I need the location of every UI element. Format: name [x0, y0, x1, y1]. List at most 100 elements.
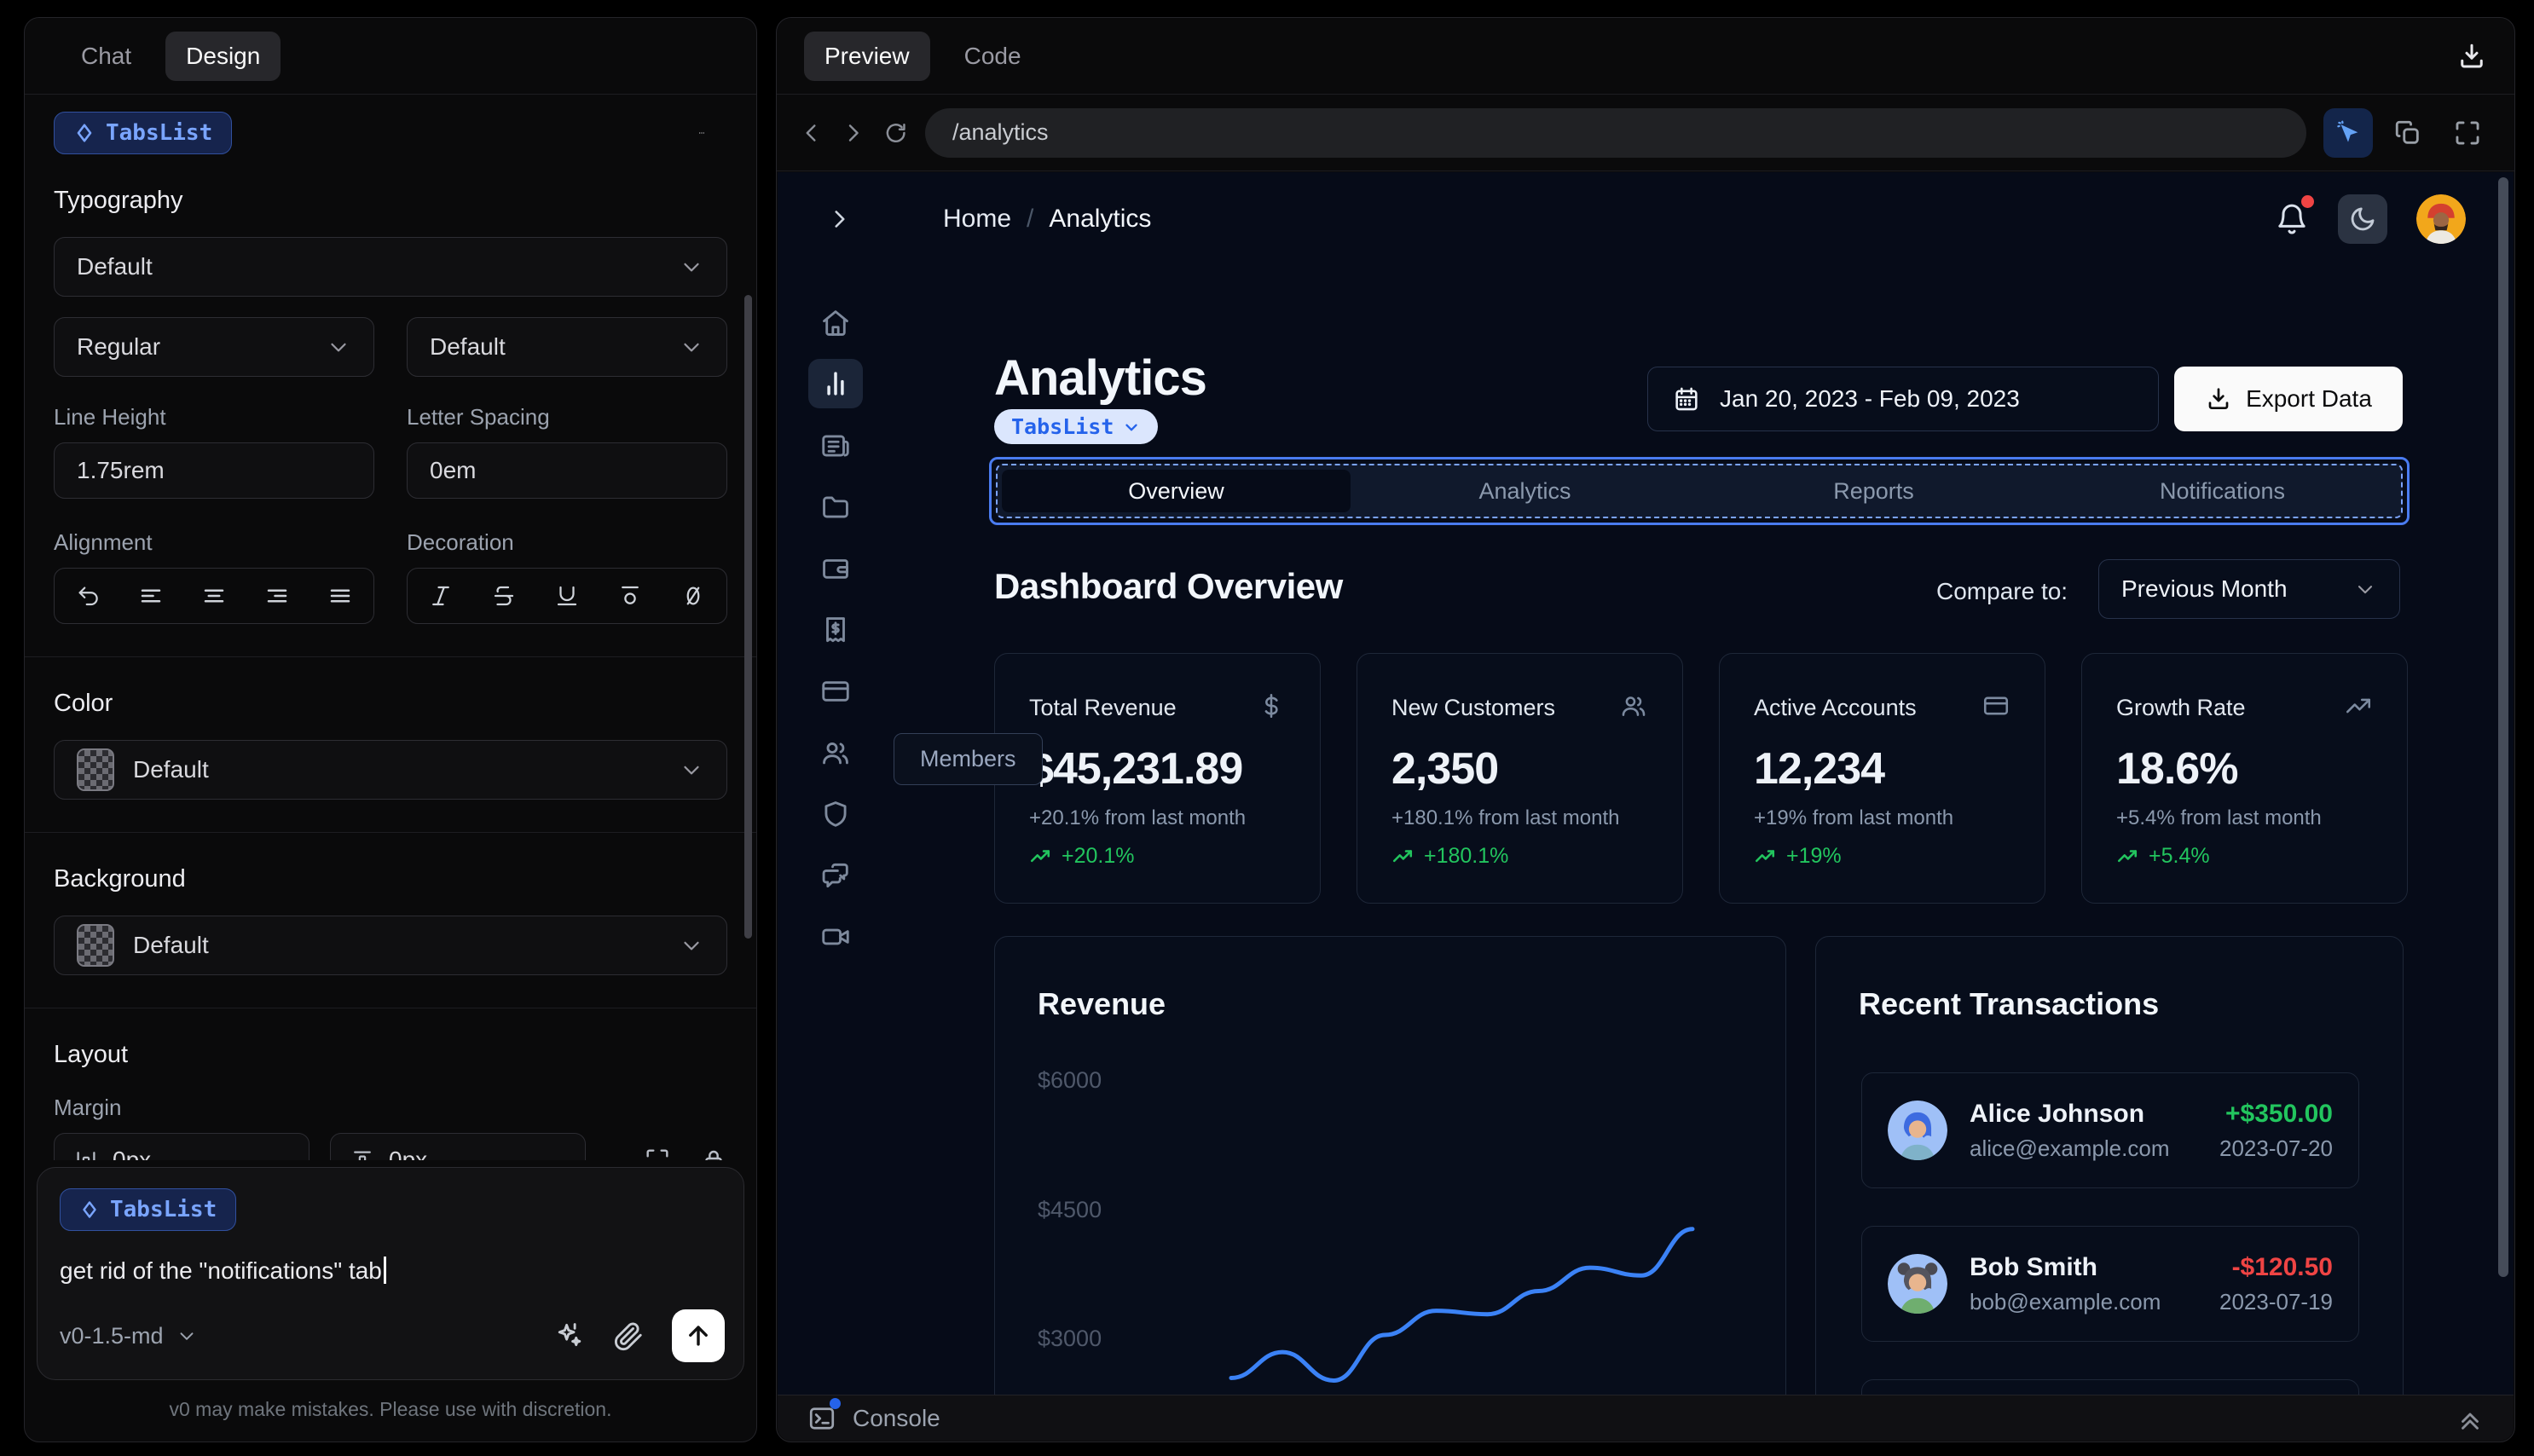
- undo-icon[interactable]: [75, 583, 101, 609]
- console-bar[interactable]: Console: [778, 1395, 2514, 1441]
- stat-card-new-customers: New Customers 2,350 +180.1% from last mo…: [1357, 653, 1683, 904]
- sidebar-members-icon[interactable]: [808, 728, 863, 777]
- prompt-input[interactable]: get rid of the "notifications" tab: [60, 1257, 721, 1285]
- breadcrumb-current: Analytics: [1049, 205, 1152, 233]
- stat-card-growth-rate: Growth Rate 18.6% +5.4% from last month …: [2081, 653, 2408, 904]
- sidebar-video-icon[interactable]: [808, 912, 863, 962]
- app-header: Home / Analytics: [778, 172, 2514, 266]
- chevron-down-icon: [1125, 424, 1138, 430]
- margin-x-input[interactable]: 0px: [54, 1133, 310, 1160]
- inspect-cursor-button[interactable]: [2323, 107, 2373, 158]
- calendar-icon: [1675, 387, 1698, 411]
- selection-label-chip[interactable]: TabsList: [994, 409, 1159, 444]
- left-panel-scrollbar[interactable]: [744, 295, 752, 939]
- sidebar-receipts-icon[interactable]: [808, 605, 863, 655]
- compare-label: Compare to:: [1936, 578, 2068, 604]
- line-height-input[interactable]: 1.75rem: [54, 442, 374, 499]
- compare-select[interactable]: Previous Month: [2098, 559, 2400, 619]
- selected-element-chip[interactable]: TabsList: [54, 112, 233, 154]
- sidebar-expand-icon[interactable]: [825, 205, 854, 234]
- expand-margin-icon[interactable]: [644, 1147, 671, 1160]
- forward-icon[interactable]: [841, 118, 865, 147]
- italic-icon[interactable]: [428, 583, 454, 609]
- transaction-row-partial[interactable]: [1861, 1379, 2359, 1395]
- align-right-icon[interactable]: [264, 583, 290, 609]
- preview-scrollbar[interactable]: [2498, 177, 2508, 1277]
- tab-analytics[interactable]: Analytics: [1351, 470, 1699, 512]
- overline-icon[interactable]: [617, 583, 643, 609]
- underline-icon[interactable]: [554, 583, 580, 609]
- color-select[interactable]: Default: [54, 740, 727, 800]
- trend-up-icon: [2117, 849, 2138, 862]
- sidebar-messages-icon[interactable]: [808, 851, 863, 900]
- diamond-icon: [83, 1201, 96, 1218]
- tab-design[interactable]: Design: [165, 31, 281, 81]
- model-select[interactable]: v0-1.5-md: [60, 1323, 198, 1349]
- copy-button[interactable]: [2383, 108, 2433, 158]
- preview-panel-header: Preview Code: [777, 18, 2514, 95]
- margin-y-icon: [354, 1151, 371, 1160]
- tab-preview[interactable]: Preview: [804, 31, 930, 81]
- tab-notifications[interactable]: Notifications: [2048, 470, 2397, 512]
- sidebar-home-icon[interactable]: [808, 298, 863, 348]
- align-center-icon[interactable]: [201, 583, 227, 609]
- background-select[interactable]: Default: [54, 916, 727, 975]
- prompt-context-chip[interactable]: TabsList: [60, 1188, 237, 1231]
- users-icon: [1622, 696, 1646, 716]
- tab-chat[interactable]: Chat: [61, 32, 152, 81]
- date-range-picker[interactable]: Jan 20, 2023 - Feb 09, 2023: [1647, 367, 2159, 431]
- sidebar-cards-icon[interactable]: [808, 667, 863, 716]
- transaction-row[interactable]: Bob Smith bob@example.com -$120.50 2023-…: [1861, 1226, 2359, 1342]
- sidebar-news-icon[interactable]: [808, 421, 863, 471]
- align-justify-icon[interactable]: [327, 583, 353, 609]
- tabslist-selection-outline: Overview Analytics Reports Notifications: [989, 457, 2410, 525]
- prompt-composer[interactable]: TabsList get rid of the "notifications" …: [37, 1167, 744, 1380]
- none-slash-zero-icon[interactable]: [680, 583, 706, 609]
- fullscreen-button[interactable]: [2443, 108, 2492, 158]
- margin-x-icon: [77, 1152, 95, 1160]
- left-panel-header: Chat Design: [25, 18, 756, 95]
- sidebar-security-icon[interactable]: [808, 789, 863, 839]
- font-size-select[interactable]: Default: [407, 317, 727, 377]
- back-icon[interactable]: [799, 118, 824, 147]
- chevron-down-icon: [331, 343, 346, 352]
- chevron-down-icon: [684, 263, 699, 272]
- url-bar[interactable]: /analytics: [924, 107, 2306, 158]
- theme-toggle[interactable]: [2338, 194, 2387, 244]
- recent-transactions-card: Recent Transactions Alice Johnson alice@…: [1815, 936, 2404, 1395]
- font-weight-select[interactable]: Regular: [54, 317, 374, 377]
- export-data-button[interactable]: Export Data: [2174, 367, 2403, 431]
- font-family-select[interactable]: Default: [54, 237, 727, 297]
- export-download-icon: [2208, 388, 2229, 409]
- chevron-down-icon: [684, 343, 699, 352]
- sidebar-projects-icon[interactable]: [808, 482, 863, 532]
- dollar-sign-icon: [1264, 693, 1278, 719]
- sparkles-icon[interactable]: [553, 1320, 585, 1352]
- trending-up-icon: [2346, 698, 2371, 714]
- margin-y-input[interactable]: 0px: [330, 1133, 586, 1160]
- v0-workspace: Chat Design TabsList Typography Default …: [0, 0, 2534, 1456]
- align-left-icon[interactable]: [138, 583, 164, 609]
- transaction-row[interactable]: Alice Johnson alice@example.com +$350.00…: [1861, 1072, 2359, 1188]
- letter-spacing-input[interactable]: 0em: [407, 442, 727, 499]
- sidebar-analytics-icon[interactable]: [808, 359, 863, 408]
- sidebar-wallet-icon[interactable]: [808, 544, 863, 593]
- chevrons-up-icon[interactable]: [2456, 1404, 2485, 1433]
- strikethrough-icon[interactable]: [491, 583, 517, 609]
- notifications-bell[interactable]: [2275, 195, 2314, 236]
- send-button[interactable]: [672, 1309, 725, 1362]
- chevron-down-icon: [684, 766, 699, 775]
- download-icon[interactable]: [2456, 41, 2487, 72]
- notification-dot: [2301, 195, 2314, 208]
- trend-up-icon: [1030, 849, 1050, 862]
- refresh-icon[interactable]: [883, 118, 908, 147]
- lock-margin-icon[interactable]: [700, 1147, 727, 1160]
- paperclip-icon[interactable]: [612, 1320, 645, 1352]
- user-avatar[interactable]: [2416, 194, 2466, 244]
- tab-overview[interactable]: Overview: [1002, 470, 1351, 512]
- breadcrumb-home[interactable]: Home: [943, 205, 1011, 234]
- tab-reports[interactable]: Reports: [1699, 470, 2048, 512]
- more-options-icon[interactable]: [698, 118, 727, 147]
- alignment-label: Alignment: [54, 529, 153, 555]
- tab-code[interactable]: Code: [944, 32, 1042, 81]
